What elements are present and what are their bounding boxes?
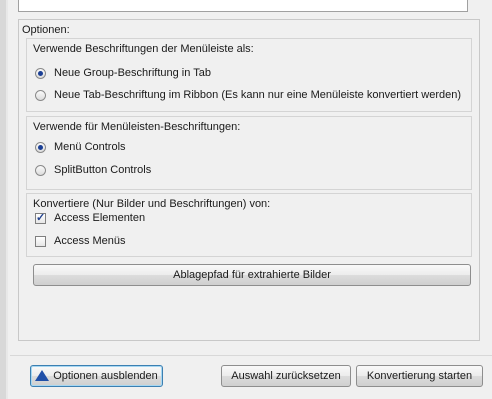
convert-source-group: Konvertiere (Nur Bilder und Beschriftung… [26, 193, 472, 257]
options-title: Optionen: [22, 24, 70, 36]
radio-button[interactable] [35, 67, 46, 79]
button-label: Auswahl zurücksetzen [231, 370, 341, 382]
extracted-images-path-button[interactable]: Ablagepfad für extrahierte Bilder [33, 264, 471, 286]
start-conversion-button[interactable]: Konvertierung starten [356, 365, 483, 387]
caption-group: Verwende Beschriftungen der Menüleiste a… [26, 38, 472, 112]
caption-group-label: Verwende Beschriftungen der Menüleiste a… [33, 43, 254, 55]
warning-triangle-icon [35, 369, 50, 381]
radio-button[interactable] [35, 141, 46, 153]
radio-new-group-caption[interactable]: Neue Group-Beschriftung in Tab [35, 67, 211, 79]
checkbox-access-menus[interactable]: Access Menüs [35, 235, 126, 247]
reset-selection-button[interactable]: Auswahl zurücksetzen [221, 365, 351, 387]
left-edge-highlight [6, 0, 8, 399]
button-label: Konvertierung starten [366, 370, 473, 382]
footer-separator [10, 355, 492, 356]
radio-label: SplitButton Controls [54, 164, 152, 176]
checkbox-access-elements[interactable]: Access Elementen [35, 211, 146, 224]
control-type-group-label: Verwende für Menüleisten-Beschriftungen: [33, 121, 241, 133]
radio-splitbutton-controls[interactable]: SplitButton Controls [35, 164, 151, 176]
radio-button[interactable] [35, 164, 46, 176]
button-label: Optionen ausblenden [53, 370, 158, 382]
upper-list-box [18, 0, 468, 12]
button-label: Ablagepfad für extrahierte Bilder [173, 269, 331, 281]
radio-label: Menü Controls [54, 141, 126, 153]
radio-label: Neue Tab-Beschriftung im Ribbon (Es kann… [54, 89, 462, 101]
control-type-group: Verwende für Menüleisten-Beschriftungen:… [26, 116, 472, 190]
hide-options-button[interactable]: Optionen ausblenden [30, 365, 163, 387]
checkbox[interactable] [35, 235, 46, 247]
radio-label: Neue Group-Beschriftung in Tab [54, 67, 211, 79]
radio-menu-controls[interactable]: Menü Controls [35, 141, 126, 153]
radio-new-tab-caption[interactable]: Neue Tab-Beschriftung im Ribbon (Es kann… [35, 89, 461, 101]
radio-button[interactable] [35, 89, 46, 101]
checkbox[interactable] [35, 211, 46, 224]
convert-source-group-label: Konvertiere (Nur Bilder und Beschriftung… [33, 198, 271, 210]
checkbox-label: Access Elementen [54, 212, 146, 224]
checkbox-label: Access Menüs [54, 235, 126, 247]
